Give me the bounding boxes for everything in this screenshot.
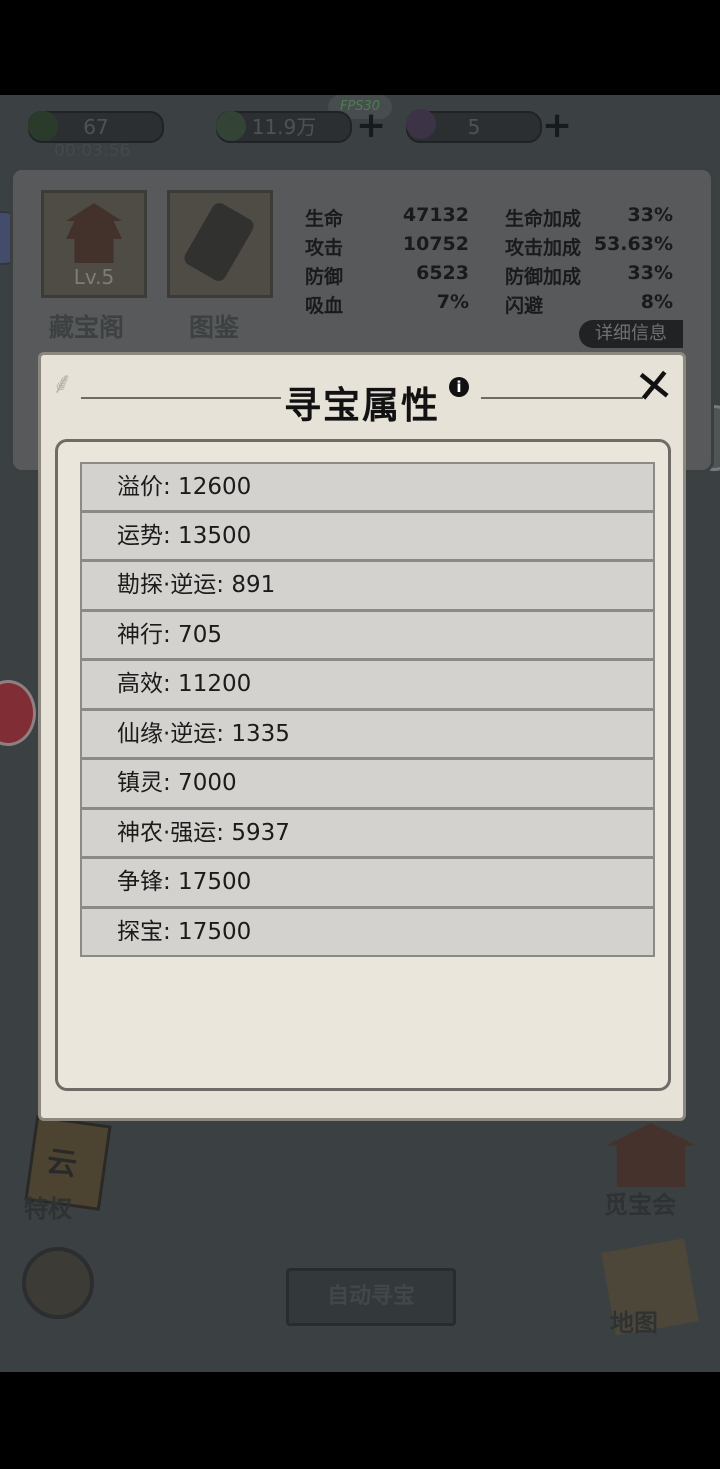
modal-title: 寻宝属性 — [284, 384, 440, 427]
attribute-panel: 溢价: 12600 运势: 13500 勘探·逆运: 891 神行: 705 高… — [55, 439, 671, 1091]
attribute-row: 神农·强运: 5937 — [80, 808, 655, 858]
attribute-list: 溢价: 12600 运势: 13500 勘探·逆运: 891 神行: 705 高… — [80, 462, 655, 957]
attribute-row: 争锋: 17500 — [80, 858, 655, 908]
attribute-row: 神行: 705 — [80, 610, 655, 660]
attribute-row: 镇灵: 7000 — [80, 759, 655, 809]
close-button[interactable]: ✕ — [632, 357, 676, 415]
attribute-row: 溢价: 12600 — [80, 462, 655, 512]
info-icon[interactable]: i — [449, 377, 469, 397]
attribute-row: 高效: 11200 — [80, 660, 655, 710]
attribute-row: 仙缘·逆运: 1335 — [80, 709, 655, 759]
attribute-row: 运势: 13500 — [80, 511, 655, 561]
attribute-row: 探宝: 17500 — [80, 907, 655, 957]
treasure-attributes-modal: ⸙ 寻宝属性 i ✕ 溢价: 12600 运势: 13500 勘探·逆运: 89… — [38, 352, 686, 1121]
attribute-row: 勘探·逆运: 891 — [80, 561, 655, 611]
